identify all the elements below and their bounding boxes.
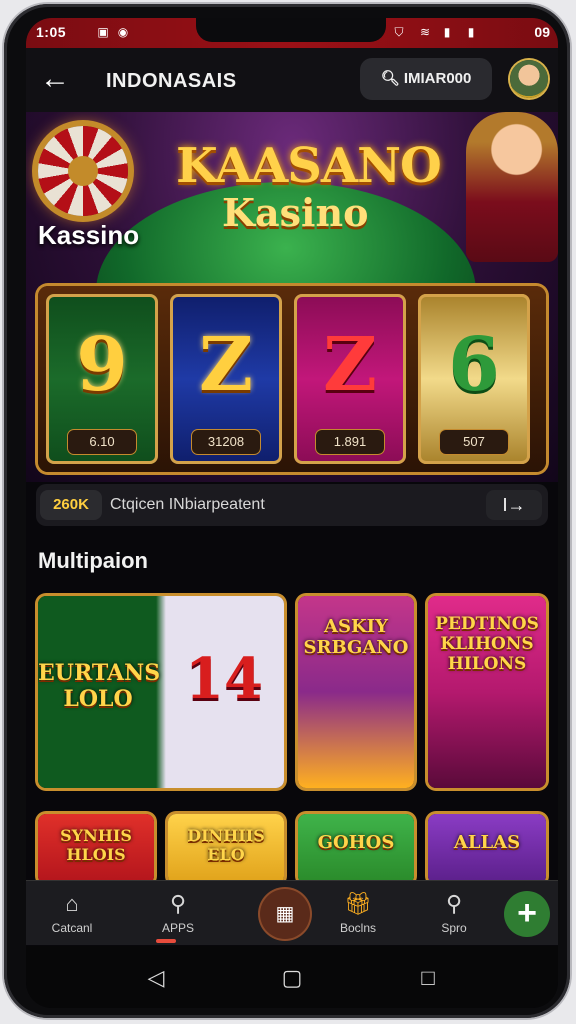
game-card[interactable]: SYNHIS HLOIS bbox=[38, 814, 154, 884]
bottom-nav: ⌂ Catcanl ⚲ APPS ▦ 🎁︎ Boclns ⚲ Spro + bbox=[26, 880, 558, 945]
nav-label: Boclns bbox=[339, 921, 377, 935]
camera-notch bbox=[196, 18, 386, 42]
search-icon: ⚲ bbox=[169, 891, 187, 916]
nav-label: APPS bbox=[161, 921, 194, 935]
roulette-wheel-icon bbox=[38, 126, 128, 216]
game-card[interactable]: DINHIIS ELO bbox=[168, 814, 284, 884]
amount-badge: 260K bbox=[40, 490, 102, 520]
logo-sub: Kasino bbox=[222, 190, 369, 235]
reel-value: 6.10 bbox=[68, 430, 136, 454]
wallet-icon: ▦ bbox=[275, 903, 295, 925]
plus-icon: + bbox=[517, 894, 537, 932]
reel-value: 31208 bbox=[192, 430, 260, 454]
nav-label: Spro bbox=[441, 921, 467, 935]
game-title: SYNHIS HLOIS bbox=[60, 826, 132, 864]
forward-arrow-icon[interactable]: I→ bbox=[486, 490, 542, 520]
game-card-fox[interactable]: ASKIY SRBGANO bbox=[298, 596, 414, 788]
wifi-icon: ≋ bbox=[419, 25, 431, 39]
wallet-button[interactable]: ▦ bbox=[260, 889, 310, 939]
game-card-reels[interactable]: EURTANS LOLO 14 bbox=[38, 596, 284, 788]
status-time: 1:05 bbox=[36, 24, 67, 40]
dealer-illustration bbox=[466, 112, 558, 262]
status-extra: 09 bbox=[534, 24, 550, 40]
nav-bonus[interactable]: 🎁︎ Boclns bbox=[318, 881, 398, 945]
game-card[interactable]: ALLAS bbox=[428, 814, 546, 884]
reel-3[interactable]: Z 1.891 bbox=[294, 294, 406, 464]
reel-value: 507 bbox=[440, 430, 508, 454]
active-tab-indicator bbox=[156, 939, 176, 943]
sim-icon: ▣ bbox=[97, 25, 109, 39]
system-nav-bar: ◁ ▢ □ bbox=[26, 946, 558, 1008]
phone-frame: 1:05 ▣ ◉ ⛉ ≋ ▮ ▮ 09 ← INDONASAIS 🔍︎ IMIA… bbox=[4, 4, 570, 1018]
signal-icon: ▮ bbox=[467, 25, 475, 39]
home-icon: ⌂ bbox=[65, 891, 79, 916]
top-bar: ← INDONASAIS 🔍︎ IMIAR000 bbox=[26, 48, 558, 112]
page-title: INDONASAIS bbox=[106, 70, 237, 92]
game-card[interactable]: GOHOS bbox=[298, 814, 414, 884]
reel-symbol: 9 bbox=[76, 322, 128, 408]
casino-banner[interactable]: KAASANO Kasino Kassino 9 6.10 Z 31208 Z … bbox=[26, 112, 558, 482]
search-label: IMIAR000 bbox=[403, 70, 472, 87]
screen: 1:05 ▣ ◉ ⛉ ≋ ▮ ▮ 09 ← INDONASAIS 🔍︎ IMIA… bbox=[26, 18, 558, 1008]
recents-icon[interactable]: □ bbox=[410, 960, 446, 996]
nav-search[interactable]: ⚲ Spro bbox=[414, 881, 494, 945]
game-title: EURTANS LOLO bbox=[38, 660, 161, 712]
reel-symbol: Z bbox=[198, 322, 254, 408]
nav-home[interactable]: ⌂ Catcanl bbox=[32, 881, 112, 945]
section-title: Multipaion bbox=[38, 548, 148, 573]
game-card-hilons[interactable]: PEDTINOS KLIHONS HILONS bbox=[428, 596, 546, 788]
back-icon[interactable]: ◁ bbox=[138, 960, 174, 996]
reel-1[interactable]: 9 6.10 bbox=[46, 294, 158, 464]
reel-symbol: Z bbox=[322, 322, 378, 408]
status-bar: 1:05 ▣ ◉ ⛉ ≋ ▮ ▮ 09 bbox=[26, 18, 558, 48]
search-button[interactable]: 🔍︎ IMIAR000 bbox=[360, 58, 492, 100]
back-arrow-icon[interactable]: ← bbox=[40, 64, 72, 96]
reel-value: 1.891 bbox=[316, 430, 384, 454]
gift-icon: 🎁︎ bbox=[344, 891, 372, 916]
game-title: ALLAS bbox=[453, 832, 521, 853]
alarm-icon: ◉ bbox=[117, 25, 129, 39]
shield-icon: ⛉ bbox=[394, 25, 404, 39]
avatar[interactable] bbox=[510, 60, 548, 98]
search-icon: 🔍︎ bbox=[380, 70, 400, 87]
home-icon[interactable]: ▢ bbox=[274, 960, 310, 996]
info-text: Ctqicen INbiarpeatent bbox=[110, 496, 265, 513]
info-bar[interactable]: 260K Ctqicen INbiarpeatent I→ bbox=[36, 484, 548, 526]
nav-apps[interactable]: ⚲ APPS bbox=[138, 881, 218, 945]
search-icon: ⚲ bbox=[445, 891, 463, 916]
reel-2[interactable]: Z 31208 bbox=[170, 294, 282, 464]
game-title: ASKIY SRBGANO bbox=[303, 616, 409, 658]
nav-label: Catcanl bbox=[51, 921, 93, 935]
signal-icon: ▮ bbox=[443, 25, 451, 39]
plus-button[interactable]: + bbox=[504, 891, 550, 937]
game-title: 14 bbox=[185, 646, 263, 712]
reel-4[interactable]: 6 507 bbox=[418, 294, 530, 464]
game-title: GOHOS bbox=[317, 832, 395, 853]
game-title: PEDTINOS KLIHONS HILONS bbox=[435, 614, 539, 674]
slot-reels[interactable]: 9 6.10 Z 31208 Z 1.891 6 507 bbox=[38, 286, 546, 472]
reel-symbol: 6 bbox=[448, 322, 500, 408]
logo-main: KAASANO bbox=[176, 138, 442, 194]
game-title: DINHIIS ELO bbox=[187, 826, 265, 864]
section-label: Kassino bbox=[38, 220, 140, 250]
